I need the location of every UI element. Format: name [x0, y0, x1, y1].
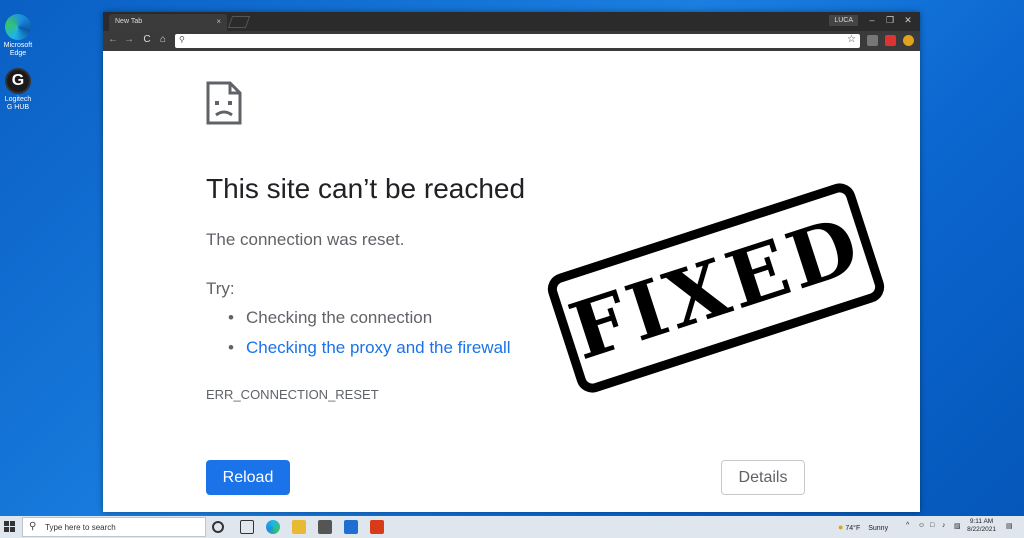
extension-icon[interactable]: [903, 35, 914, 46]
error-code: ERR_CONNECTION_RESET: [206, 387, 379, 402]
reload-icon[interactable]: C: [141, 34, 153, 45]
desktop-icon-label: Logitech G HUB: [4, 96, 32, 111]
reload-button[interactable]: Reload: [206, 460, 290, 495]
back-icon[interactable]: ←: [107, 34, 119, 45]
clock[interactable]: 9:11 AM 8/22/2021: [967, 518, 996, 534]
sad-page-icon: [206, 81, 242, 125]
mail-icon[interactable]: [344, 520, 358, 534]
bookmark-star-icon[interactable]: ☆: [847, 34, 856, 45]
sun-icon: ●: [838, 522, 844, 532]
desktop-icon-edge[interactable]: Microsoft Edge: [2, 14, 34, 58]
clock-time: 9:11 AM: [969, 518, 994, 525]
search-placeholder: Type here to search: [45, 523, 116, 532]
close-icon[interactable]: ✕: [900, 13, 916, 27]
task-view-icon[interactable]: [240, 520, 254, 534]
error-subtitle: The connection was reset.: [206, 230, 405, 249]
maximize-icon[interactable]: ❐: [882, 13, 898, 27]
proxy-firewall-link[interactable]: Checking the proxy and the firewall: [246, 338, 511, 357]
edge-icon[interactable]: [266, 520, 280, 534]
profile-button[interactable]: LUCA: [829, 15, 858, 26]
browser-toolbar: ← → C ⌂ ⚲ ☆: [103, 31, 920, 51]
store-icon[interactable]: [318, 520, 332, 534]
chevron-up-icon[interactable]: ^: [906, 522, 909, 529]
title-bar: New Tab × LUCA – ❐ ✕: [103, 12, 920, 31]
network-icon[interactable]: □: [930, 522, 934, 529]
people-icon[interactable]: ☺: [918, 522, 925, 529]
logitech-g-icon: G: [5, 68, 31, 94]
bullet: •: [228, 338, 234, 357]
volume-icon[interactable]: ♪: [942, 522, 946, 529]
page-title: This site can’t be reached: [206, 173, 526, 204]
cortana-icon[interactable]: [212, 521, 224, 533]
edge-icon: [5, 14, 31, 40]
desktop-icon-logitech[interactable]: G Logitech G HUB: [2, 68, 34, 112]
bullet: •: [228, 308, 234, 327]
suggestion-item: • Checking the connection: [228, 308, 432, 328]
extension-icon[interactable]: [885, 35, 896, 46]
desktop-icon-label: Microsoft Edge: [3, 42, 33, 57]
suggestion-item: • Checking the proxy and the firewall: [228, 338, 511, 358]
tab-close-icon[interactable]: ×: [216, 17, 221, 26]
weather-temp: 74°F: [845, 525, 861, 532]
clock-date: 8/22/2021: [967, 526, 996, 533]
try-label: Try:: [206, 279, 235, 298]
windows-start-icon[interactable]: [4, 521, 16, 533]
forward-icon[interactable]: →: [123, 34, 135, 45]
new-tab-button[interactable]: [227, 16, 251, 28]
minimize-icon[interactable]: –: [864, 13, 880, 27]
home-icon[interactable]: ⌂: [157, 34, 169, 45]
weather-widget[interactable]: ● 74°F Sunny: [838, 522, 888, 532]
suggestion-text: Checking the connection: [246, 308, 433, 327]
office-icon[interactable]: [370, 520, 384, 534]
address-bar[interactable]: ⚲ ☆: [175, 34, 860, 48]
notification-icon[interactable]: ▤: [1006, 522, 1013, 530]
tab-title: New Tab: [115, 18, 143, 25]
search-icon: ⚲: [179, 35, 185, 44]
taskbar: ⚲ Type here to search ● 74°F Sunny ^ ☺ □…: [0, 516, 1024, 538]
tab-new-tab[interactable]: New Tab ×: [109, 14, 227, 31]
details-button[interactable]: Details: [721, 460, 805, 495]
file-explorer-icon[interactable]: [292, 520, 306, 534]
taskbar-search[interactable]: ⚲ Type here to search: [22, 517, 206, 537]
extension-icon[interactable]: [867, 35, 878, 46]
search-icon: ⚲: [29, 521, 37, 532]
weather-desc: Sunny: [868, 525, 889, 532]
language-icon[interactable]: ▨: [954, 522, 961, 530]
